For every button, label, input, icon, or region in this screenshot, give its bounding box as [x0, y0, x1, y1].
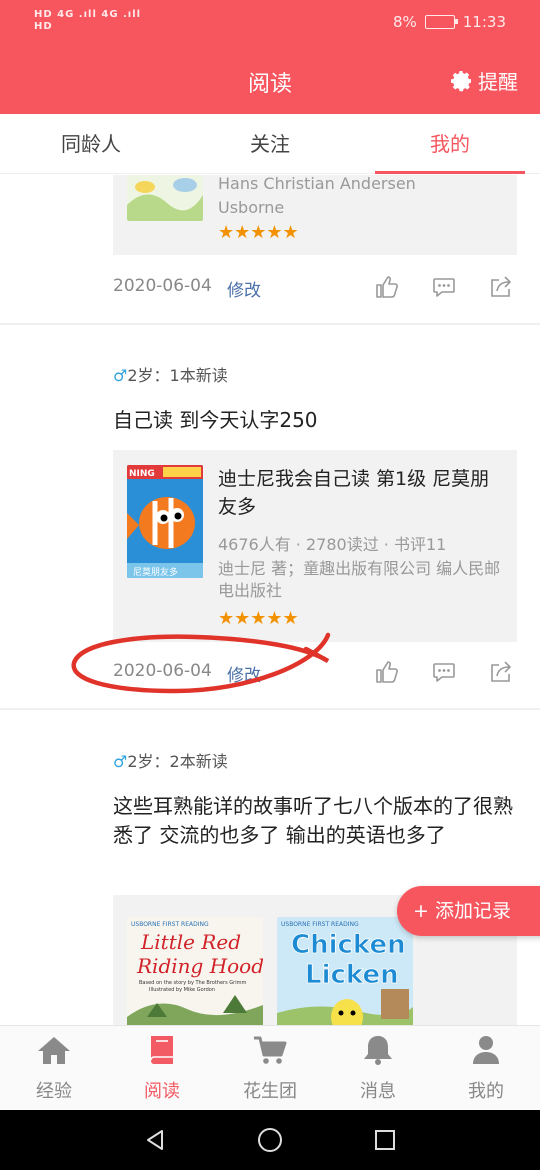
hd-text: HD	[34, 21, 53, 32]
book-author: Hans Christian Andersen	[218, 175, 416, 193]
book-cover[interactable]: USBORNE FIRST READING Chicken Licken	[277, 917, 413, 1025]
remind-label: 提醒	[478, 70, 518, 94]
nav-messages[interactable]: 消息	[324, 1026, 432, 1111]
book-icon	[150, 1036, 173, 1064]
nav-label: 经验	[36, 1081, 72, 1102]
nav-label: 消息	[360, 1081, 396, 1102]
book-publisher: Usborne	[218, 198, 285, 217]
status-bar: HD 4G .ıll 4G .ıll HD 8% 11:33	[0, 0, 540, 44]
tab-following[interactable]: 关注	[195, 114, 345, 174]
cover-credit: Based on the story by The Brothers Grimm	[139, 980, 246, 986]
cover-title-line2: Licken	[305, 960, 399, 990]
series-label: USBORNE FIRST READING	[131, 921, 209, 928]
age-line: ♂2岁：2本新读	[113, 748, 228, 772]
comment-icon[interactable]	[431, 659, 457, 685]
share-icon[interactable]	[488, 274, 514, 300]
status-right: 8% 11:33	[393, 13, 506, 31]
signal-text: HD 4G .ıll 4G .ıll	[34, 9, 142, 20]
comment-icon[interactable]	[431, 274, 457, 300]
svg-text:NING: NING	[129, 469, 155, 479]
nav-peanut-group[interactable]: 花生团	[216, 1026, 324, 1111]
book-title: 迪士尼我会自己读 第1级 尼莫朋友多	[218, 468, 490, 518]
age-text: 2岁：2本新读	[127, 752, 228, 771]
book-stats: 4676人有 · 2780读过 · 书评11	[218, 535, 447, 554]
book-card[interactable]: NING 尼莫朋友多 迪士尼我会自己读 第1级 尼莫朋友多 4676人有 · 2…	[113, 450, 517, 642]
cover-title-line1: Little Red	[140, 930, 241, 954]
bell-icon	[364, 1036, 392, 1065]
post-date: 2020-06-04	[113, 276, 212, 296]
age-text: 2岁：1本新读	[127, 366, 228, 385]
nav-label: 我的	[468, 1081, 504, 1102]
cover-title-line2: Riding Hood	[136, 954, 263, 978]
age-line: ♂2岁：1本新读	[113, 362, 228, 386]
book-cover	[127, 175, 203, 221]
system-nav-bar	[0, 1110, 540, 1170]
battery-percent: 8%	[392, 13, 417, 31]
add-record-button[interactable]: + 添加记录	[397, 886, 540, 936]
book-cover[interactable]: USBORNE FIRST READING Little Red Riding …	[127, 917, 263, 1025]
post-text: 自己读 到今天认字250	[113, 408, 318, 432]
male-icon: ♂	[113, 752, 128, 771]
list-item: Hans Christian Andersen Usborne ★★★★★ 20…	[0, 175, 540, 323]
app-header: 阅读 提醒	[0, 44, 540, 114]
nav-reading[interactable]: 阅读	[108, 1026, 216, 1111]
series-label: USBORNE FIRST READING	[281, 921, 359, 928]
active-tab-indicator	[375, 171, 525, 174]
list-item: ♂2岁：1本新读 自己读 到今天认字250 NING 尼莫朋友多 迪士尼我会自己…	[0, 325, 540, 708]
nav-mine[interactable]: 我的	[432, 1026, 540, 1111]
tab-mine[interactable]: 我的	[375, 114, 525, 174]
tab-peers[interactable]: 同龄人	[16, 114, 166, 174]
cover-title-line1: Chicken	[291, 930, 406, 960]
nav-label: 阅读	[144, 1081, 180, 1102]
cart-icon	[254, 1036, 287, 1064]
book-cover: NING 尼莫朋友多	[127, 465, 203, 578]
tab-bar: 同龄人 关注 我的	[0, 114, 540, 174]
annotation-circle	[71, 632, 331, 694]
rating-stars: ★★★★★	[218, 222, 299, 243]
like-icon[interactable]	[374, 274, 400, 300]
back-icon[interactable]	[143, 1128, 167, 1152]
remind-button[interactable]: 提醒	[450, 66, 518, 95]
home-icon	[38, 1037, 70, 1064]
gear-icon	[451, 70, 471, 91]
battery-icon	[424, 15, 458, 29]
person-icon	[473, 1036, 499, 1064]
nav-label: 花生团	[243, 1081, 297, 1102]
male-icon: ♂	[113, 366, 128, 385]
signal-indicators: HD 4G .ıll 4G .ıll HD	[34, 9, 141, 33]
post-text: 这些耳熟能详的故事听了七八个版本的了很熟悉了 交流的也多了 输出的英语也多了	[113, 794, 513, 847]
bottom-nav: 经验 阅读 花生团 消息 我的	[0, 1025, 540, 1110]
edit-link[interactable]: 修改	[227, 276, 261, 301]
like-icon[interactable]	[374, 659, 400, 685]
cover-title: 尼莫朋友多	[133, 566, 178, 578]
book-publisher: 迪士尼 著；童趣出版有限公司 编人民邮电出版社	[218, 559, 501, 600]
cover-illustrator: Illustrated by Mike Gordon	[149, 987, 215, 993]
nav-experience[interactable]: 经验	[0, 1026, 108, 1111]
home-circle-icon[interactable]	[257, 1127, 283, 1153]
list-item: ♂2岁：2本新读 这些耳熟能详的故事听了七八个版本的了很熟悉了 交流的也多了 输…	[0, 710, 540, 1025]
share-icon[interactable]	[488, 659, 514, 685]
book-card[interactable]: Hans Christian Andersen Usborne ★★★★★	[113, 175, 517, 255]
clock: 11:33	[462, 13, 506, 31]
recents-icon[interactable]	[373, 1128, 397, 1152]
